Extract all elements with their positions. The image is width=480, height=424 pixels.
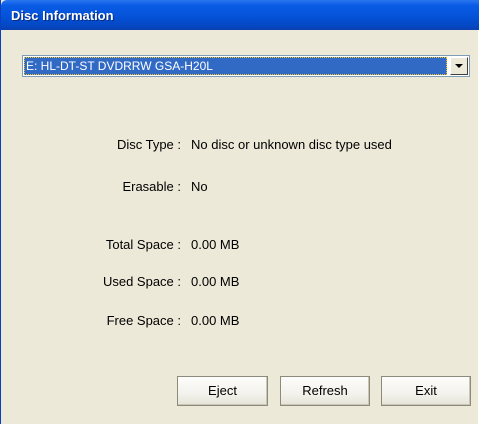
free-space-value: 0.00 MB [191, 313, 240, 328]
used-space-label: Used Space : [102, 274, 181, 289]
refresh-button[interactable]: Refresh [280, 376, 370, 406]
total-space-value: 0.00 MB [191, 237, 240, 252]
erasable-value: No [191, 179, 208, 194]
window-title: Disc Information [11, 8, 114, 23]
disc-type-value: No disc or unknown disc type used [191, 137, 392, 152]
title-bar[interactable]: Disc Information [1, 0, 479, 30]
drive-select-value: E: HL-DT-ST DVDRRW GSA-H20L [24, 57, 447, 75]
total-space-label: Total Space : [105, 237, 181, 252]
used-space-value: 0.00 MB [191, 274, 240, 289]
free-space-label: Free Space : [106, 313, 181, 328]
disc-information-window: Disc Information E: HL-DT-ST DVDRRW GSA-… [0, 0, 479, 424]
drive-select-dropdown[interactable]: E: HL-DT-ST DVDRRW GSA-H20L [22, 55, 470, 77]
eject-button[interactable]: Eject [177, 376, 268, 406]
disc-type-label: Disc Type : [116, 137, 181, 152]
chevron-down-icon [455, 64, 463, 68]
dropdown-arrow-button[interactable] [450, 57, 468, 75]
exit-button[interactable]: Exit [381, 376, 471, 406]
erasable-label: Erasable : [122, 179, 181, 194]
